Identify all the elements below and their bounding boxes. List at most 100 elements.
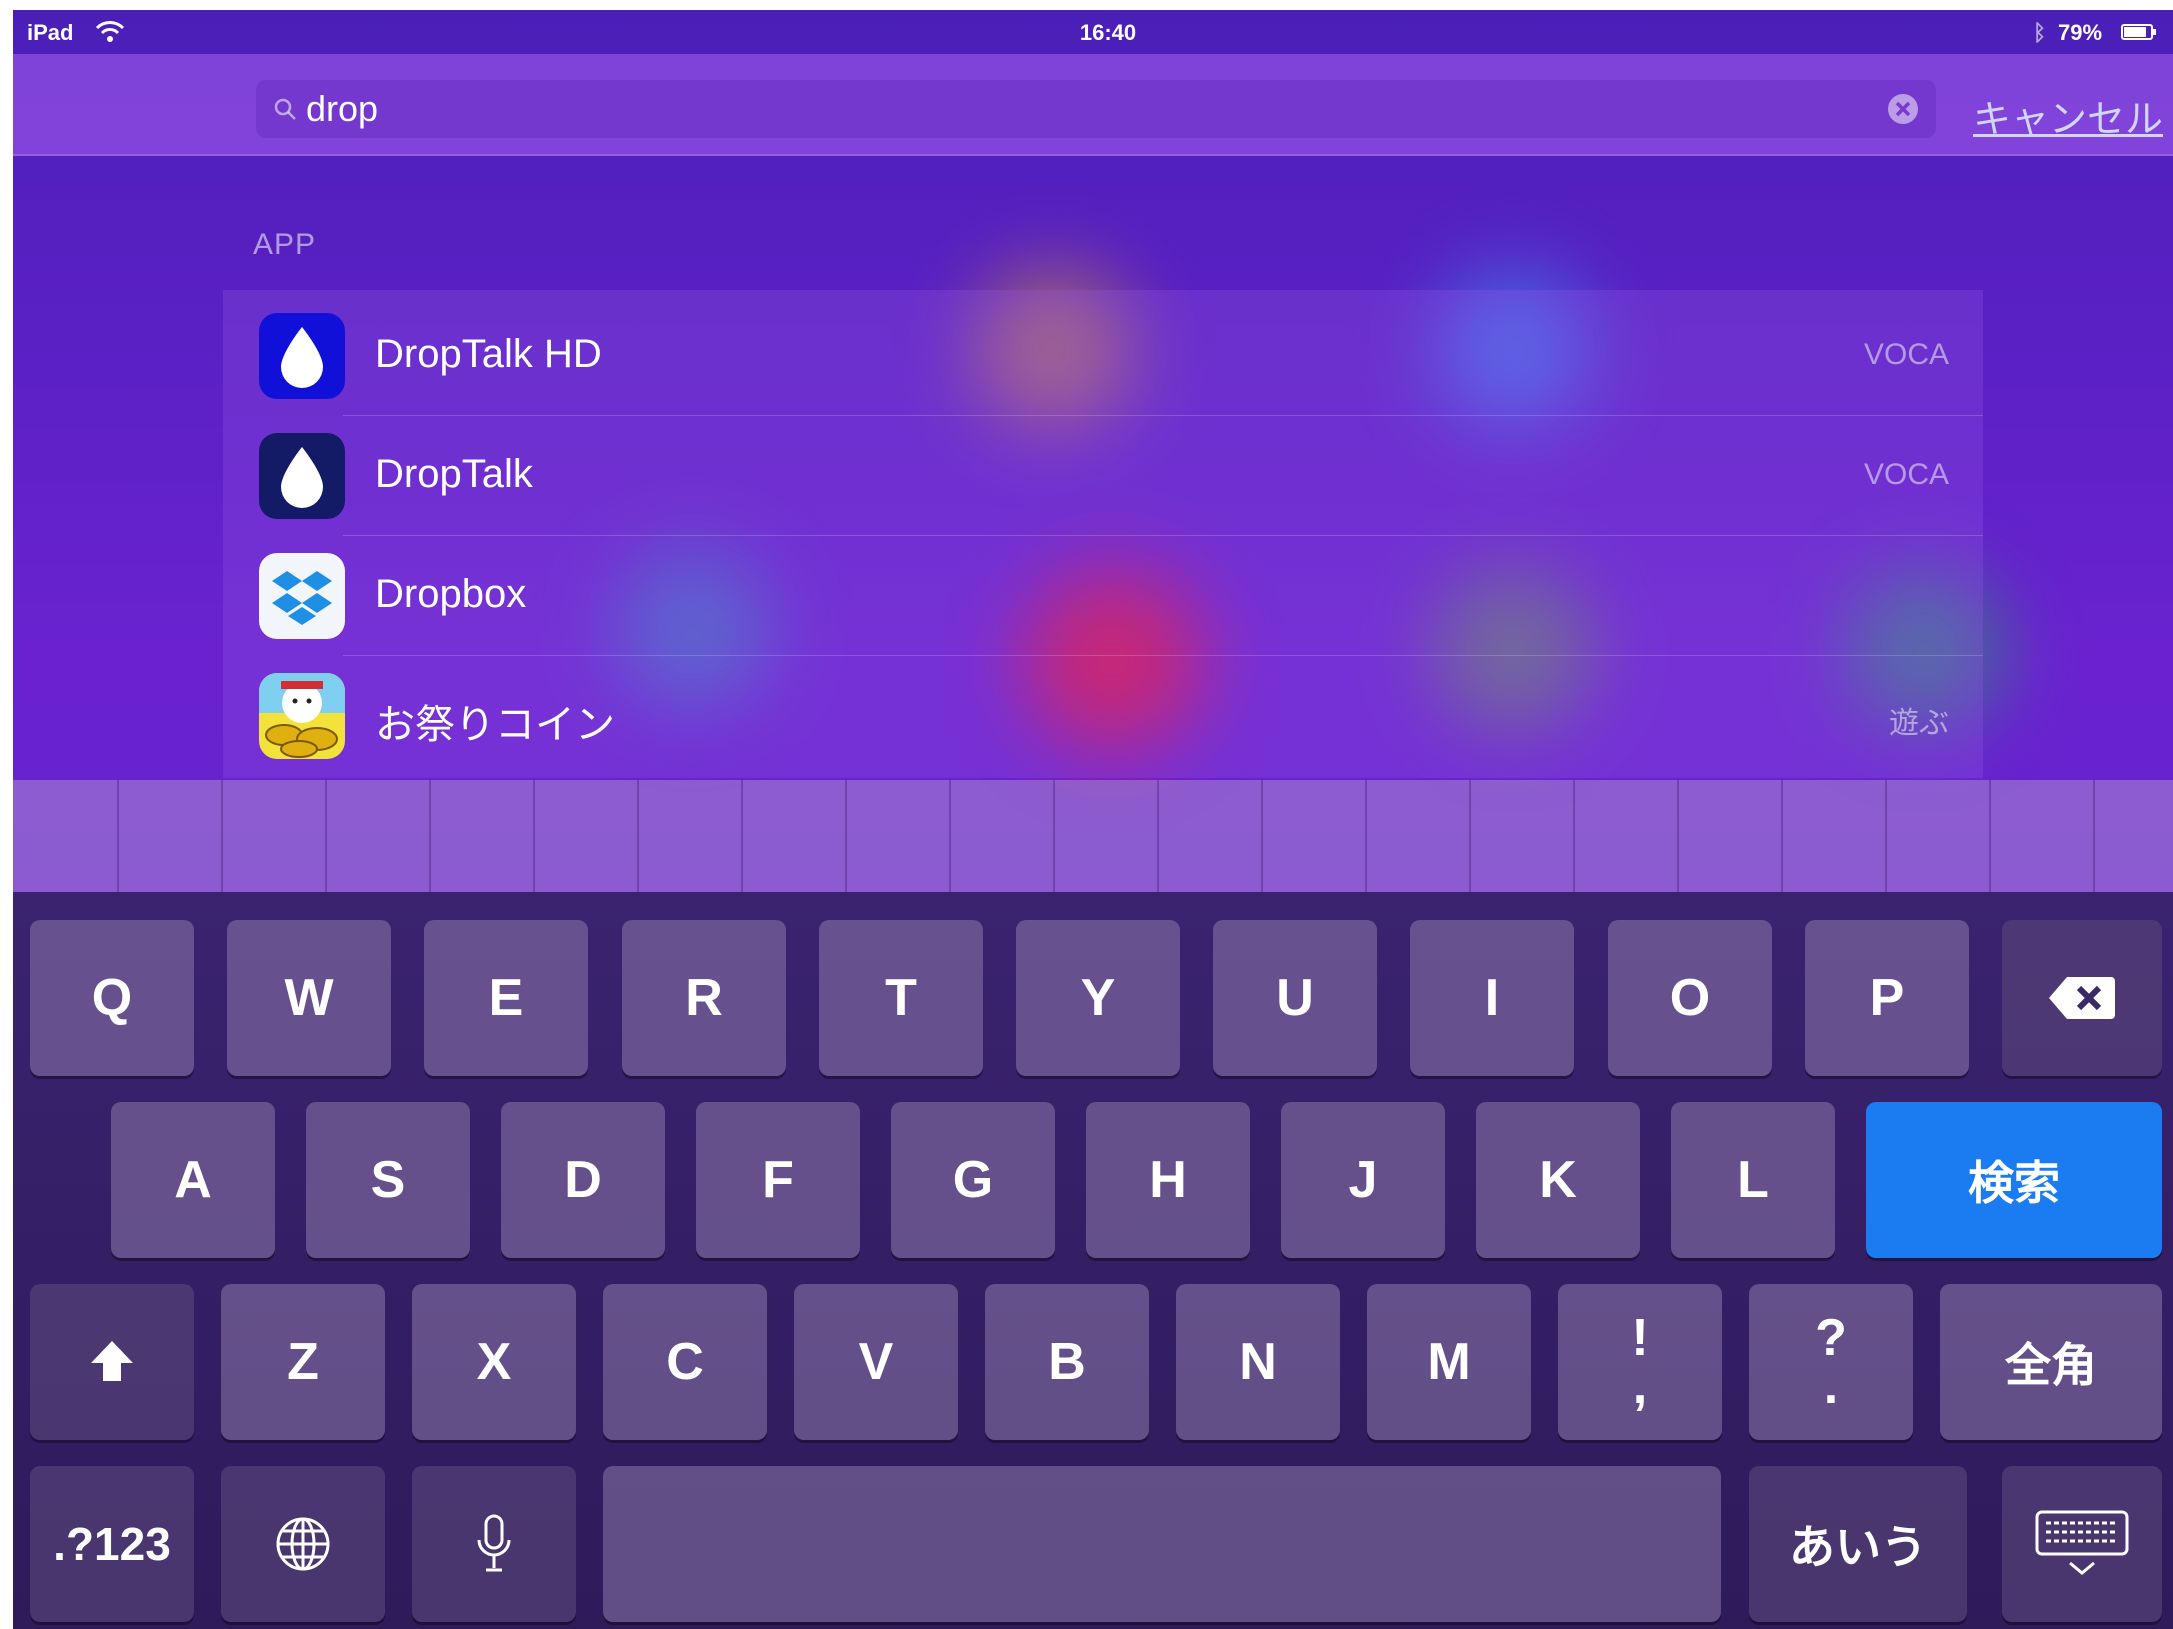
divider — [1469, 780, 1471, 892]
divider — [1261, 780, 1263, 892]
search-input[interactable] — [306, 86, 1846, 132]
divider — [1781, 780, 1783, 892]
result-row-omatsuri-coin[interactable]: お祭りコイン 遊ぶ — [223, 656, 1983, 776]
droptalk-hd-icon — [259, 313, 345, 399]
key-b[interactable]: B — [985, 1284, 1149, 1440]
divider — [1157, 780, 1159, 892]
clear-icon[interactable] — [1886, 92, 1920, 126]
device-label: iPad — [27, 20, 74, 45]
divider — [1885, 780, 1887, 892]
key-d[interactable]: D — [501, 1102, 665, 1258]
result-name: Dropbox — [375, 572, 527, 616]
numbers-key[interactable]: .?123 — [30, 1466, 194, 1622]
result-row-droptalk[interactable]: DropTalk VOCA — [223, 416, 1983, 536]
key-p[interactable]: P — [1805, 920, 1969, 1076]
globe-key[interactable] — [221, 1466, 385, 1622]
key-z[interactable]: Z — [221, 1284, 385, 1440]
divider — [429, 780, 431, 892]
key-u[interactable]: U — [1213, 920, 1377, 1076]
divider — [1573, 780, 1575, 892]
punct-top: ? — [1815, 1309, 1847, 1367]
globe-icon — [276, 1517, 330, 1571]
key-g[interactable]: G — [891, 1102, 1055, 1258]
divider — [1989, 780, 1991, 892]
key-r[interactable]: R — [622, 920, 786, 1076]
punct-bottom: . — [1823, 1357, 1839, 1415]
keyboard-dismiss-icon — [2035, 1510, 2129, 1575]
droptalk-icon — [259, 433, 345, 519]
divider — [949, 780, 951, 892]
divider — [325, 780, 327, 892]
result-name: お祭りコイン — [375, 703, 615, 747]
section-header-app: APP — [253, 228, 317, 261]
result-category: VOCA — [1863, 338, 1949, 371]
result-row-dropbox[interactable]: Dropbox — [223, 536, 1983, 656]
microphone-icon — [477, 1514, 511, 1572]
space-key[interactable] — [603, 1466, 1721, 1622]
ipad-screen: iPad 16:40 ᛒ 79% キャンセル — [13, 10, 2173, 1629]
divider — [1365, 780, 1367, 892]
divider — [637, 780, 639, 892]
battery-percentage: 79% — [2058, 20, 2103, 45]
key-a[interactable]: A — [111, 1102, 275, 1258]
key-q[interactable]: Q — [30, 920, 194, 1076]
result-category: 遊ぶ — [1889, 707, 1949, 740]
clock: 16:40 — [1079, 20, 1137, 45]
result-row-droptalk-hd[interactable]: DropTalk HD VOCA — [223, 296, 1983, 416]
key-t[interactable]: T — [819, 920, 983, 1076]
divider — [1677, 780, 1679, 892]
kana-key[interactable]: あいう — [1749, 1466, 1967, 1622]
punct-bottom: , — [1632, 1357, 1648, 1415]
zenkaku-key[interactable]: 全角 — [1940, 1284, 2162, 1440]
punct-stack: ! , — [1631, 1309, 1649, 1415]
result-name: DropTalk HD — [375, 332, 602, 376]
key-w[interactable]: W — [227, 920, 391, 1076]
key-exclamation-comma[interactable]: ! , — [1558, 1284, 1722, 1440]
divider — [117, 780, 119, 892]
divider — [2093, 780, 2095, 892]
shift-key[interactable] — [30, 1284, 194, 1440]
key-l[interactable]: L — [1671, 1102, 1835, 1258]
key-i[interactable]: I — [1410, 920, 1574, 1076]
key-o[interactable]: O — [1608, 920, 1772, 1076]
key-s[interactable]: S — [306, 1102, 470, 1258]
backspace-icon — [2049, 977, 2115, 1019]
candidate-bar — [13, 780, 2173, 892]
key-j[interactable]: J — [1281, 1102, 1445, 1258]
key-x[interactable]: X — [412, 1284, 576, 1440]
wifi-icon — [95, 21, 125, 42]
key-y[interactable]: Y — [1016, 920, 1180, 1076]
divider — [741, 780, 743, 892]
dismiss-keyboard-key[interactable] — [2002, 1466, 2162, 1622]
search-header: キャンセル — [13, 54, 2173, 156]
key-k[interactable]: K — [1476, 1102, 1640, 1258]
key-h[interactable]: H — [1086, 1102, 1250, 1258]
search-icon — [274, 98, 296, 120]
keyboard: Q W E R T Y U I O P A S D F G H J K L 検索 — [13, 892, 2173, 1629]
key-question-period[interactable]: ? . — [1749, 1284, 1913, 1440]
search-bar[interactable] — [256, 80, 1936, 138]
dictation-key[interactable] — [412, 1466, 576, 1622]
punct-stack: ? . — [1815, 1309, 1847, 1415]
bluetooth-icon: ᛒ — [2033, 20, 2047, 45]
key-m[interactable]: M — [1367, 1284, 1531, 1440]
result-category: VOCA — [1863, 458, 1949, 491]
divider — [533, 780, 535, 892]
delete-key[interactable] — [2002, 920, 2162, 1076]
key-f[interactable]: F — [696, 1102, 860, 1258]
shift-icon — [91, 1341, 133, 1381]
status-bar: iPad 16:40 ᛒ 79% — [13, 10, 2173, 54]
key-n[interactable]: N — [1176, 1284, 1340, 1440]
key-c[interactable]: C — [603, 1284, 767, 1440]
key-v[interactable]: V — [794, 1284, 958, 1440]
battery-icon — [2121, 24, 2156, 40]
result-name: DropTalk — [375, 452, 533, 496]
punct-top: ! — [1631, 1309, 1649, 1367]
search-key[interactable]: 検索 — [1866, 1102, 2162, 1258]
divider — [1053, 780, 1055, 892]
key-e[interactable]: E — [424, 920, 588, 1076]
cancel-button[interactable]: キャンセル — [1973, 88, 2163, 143]
divider — [221, 780, 223, 892]
omatsuri-coin-icon — [259, 673, 345, 759]
divider — [845, 780, 847, 892]
